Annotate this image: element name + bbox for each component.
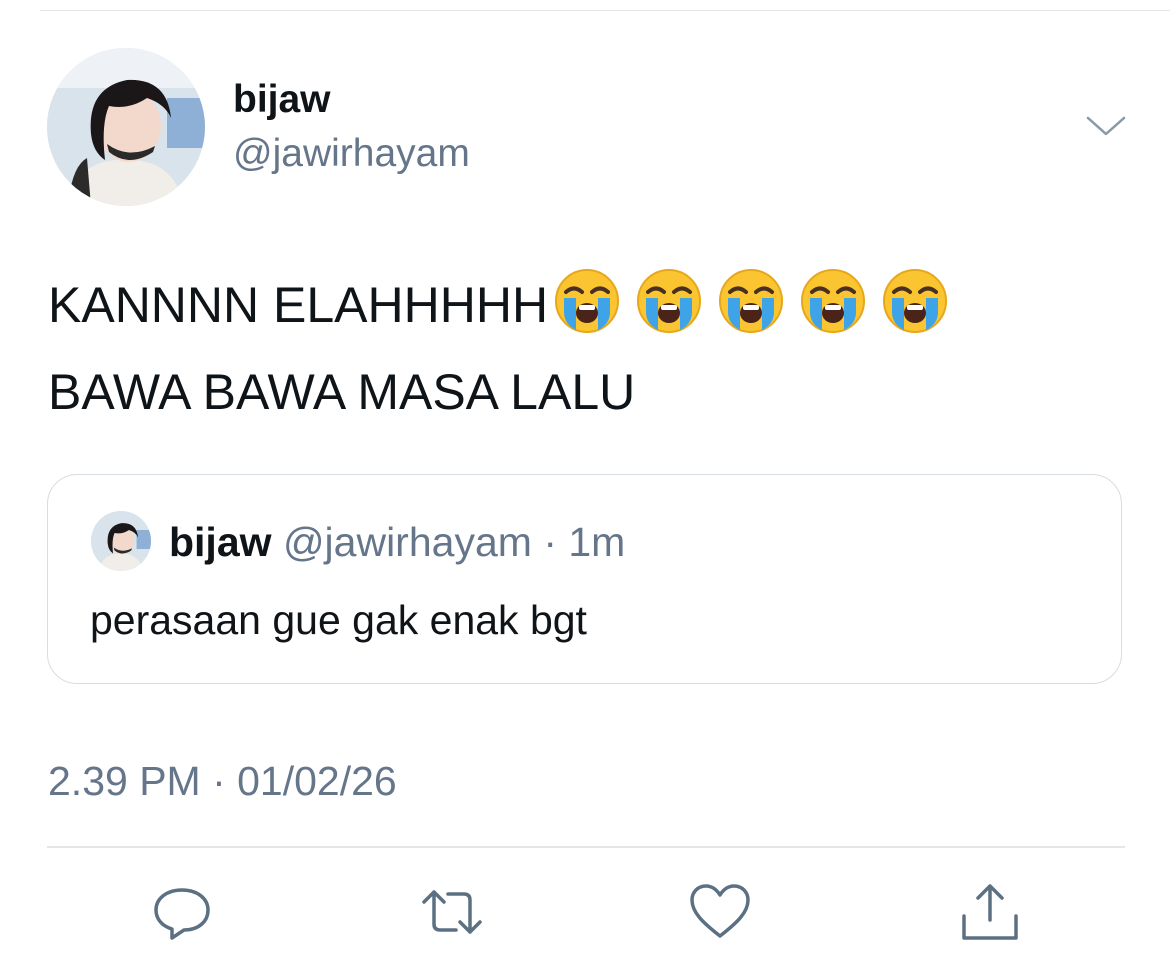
crying-face-icon bbox=[882, 268, 948, 334]
crying-face-icon bbox=[718, 268, 784, 334]
quoted-separator-dot: · bbox=[543, 519, 557, 565]
share-icon[interactable] bbox=[958, 880, 1022, 944]
top-divider bbox=[40, 10, 1170, 11]
quoted-author-avatar bbox=[91, 511, 151, 571]
actions-divider bbox=[47, 846, 1125, 848]
crying-face-icon bbox=[554, 268, 620, 334]
quoted-tweet-card[interactable]: bijaw @jawirhayam · 1m perasaan gue gak … bbox=[47, 474, 1122, 684]
tweet-timestamp[interactable]: 2.39 PM · 01/02/26 bbox=[48, 758, 397, 805]
reply-icon[interactable] bbox=[150, 880, 214, 944]
author-avatar[interactable] bbox=[47, 48, 205, 206]
crying-face-icon bbox=[800, 268, 866, 334]
quoted-author-handle: @jawirhayam bbox=[282, 519, 532, 565]
quoted-tweet-header: bijaw @jawirhayam · 1m bbox=[169, 519, 625, 566]
quoted-relative-time: 1m bbox=[568, 519, 626, 565]
retweet-icon[interactable] bbox=[420, 880, 484, 944]
chevron-down-icon[interactable] bbox=[1084, 110, 1128, 140]
quoted-tweet-text: perasaan gue gak enak bgt bbox=[90, 597, 587, 643]
quoted-author-name: bijaw bbox=[169, 519, 272, 565]
tweet-text-line-1: KANNNN ELAHHHHH bbox=[48, 262, 958, 349]
author-handle[interactable]: @jawirhayam bbox=[233, 132, 470, 176]
author-name[interactable]: bijaw bbox=[233, 78, 331, 122]
heart-icon[interactable] bbox=[688, 880, 752, 944]
quoted-separator: · bbox=[532, 519, 568, 565]
tweet-text-line-2: BAWA BAWA MASA LALU bbox=[48, 364, 636, 420]
crying-face-icon bbox=[636, 268, 702, 334]
tweet-text-line-1-content: KANNNN ELAHHHHH bbox=[48, 277, 549, 333]
tweet-text: KANNNN ELAHHHHH BAWA BAWA MASA LALU bbox=[48, 262, 958, 436]
